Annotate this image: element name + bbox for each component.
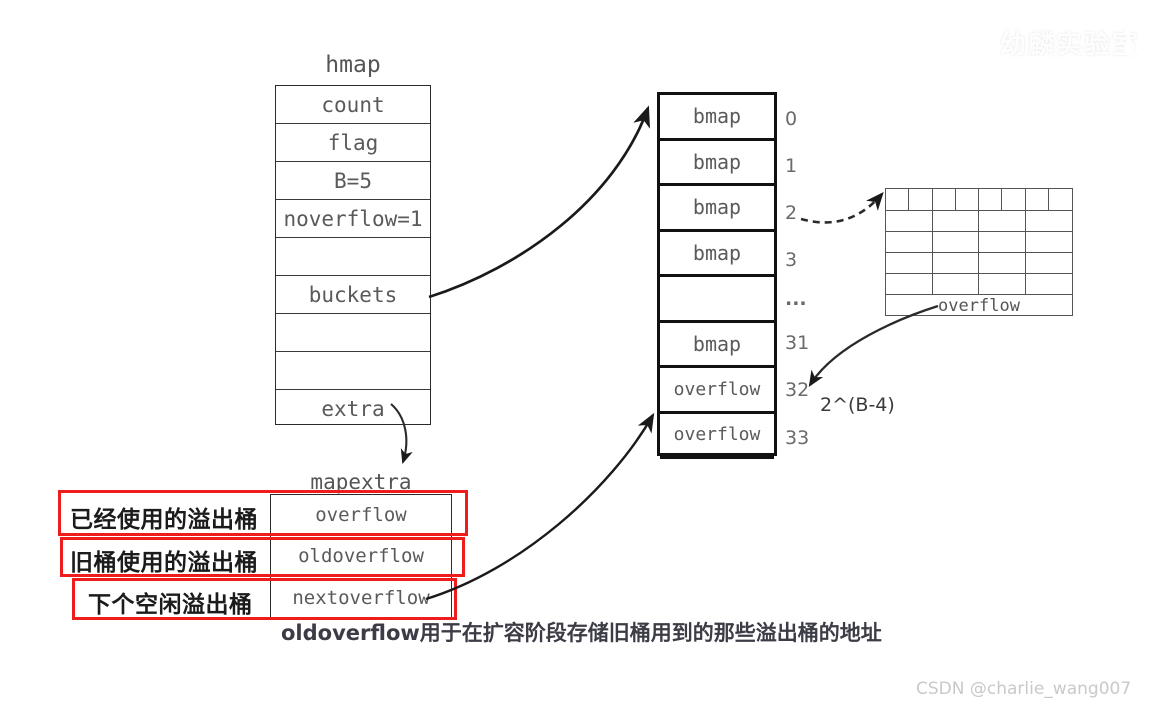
annotation-label-nextoverflow: 下个空闲溢出桶 — [88, 592, 253, 618]
diagram-canvas: hmap count flag B=5 noverflow=1 buckets … — [0, 0, 1152, 708]
arrow-bucket-2-to-overflow-grid — [800, 192, 884, 224]
arrow-buckets-to-buckets-array — [428, 105, 650, 299]
bucket-cell-33: overflow — [660, 414, 774, 459]
annotation-label-overflow: 已经使用的溢出桶 — [70, 507, 258, 533]
overflow-grid-row — [886, 274, 1072, 295]
overflow-grid-cell — [1026, 274, 1073, 294]
hmap-field-b: B=5 — [276, 162, 430, 200]
overflow-count-label: 2^(B-4) — [820, 394, 895, 416]
arrow-overflow-grid-to-bucket-32 — [808, 304, 939, 387]
overflow-grid-cell — [1026, 211, 1073, 231]
overflow-grid-cell — [1049, 189, 1072, 210]
hmap-field-noverflow: noverflow=1 — [276, 200, 430, 238]
overflow-grid-cell — [1026, 189, 1049, 210]
overflow-bucket-grid: overflow — [885, 188, 1073, 316]
hmap-struct: count flag B=5 noverflow=1 buckets extra — [275, 85, 431, 425]
bucket-index-0: 0 — [785, 108, 798, 130]
bucket-index-ellipsis: ... — [785, 288, 807, 310]
overflow-grid-cell — [886, 253, 933, 273]
hmap-field-count: count — [276, 86, 430, 124]
overflow-grid-cell — [956, 189, 979, 210]
bucket-cell-31: bmap — [660, 323, 774, 368]
overflow-grid-cell — [933, 232, 979, 252]
bucket-index-3: 3 — [785, 249, 798, 271]
bucket-index-32: 32 — [785, 379, 810, 401]
bucket-cell-2: bmap — [660, 186, 774, 232]
overflow-grid-cell — [933, 211, 979, 231]
overflow-grid-top-row — [886, 189, 1072, 211]
overflow-grid-row — [886, 253, 1072, 274]
overflow-grid-row — [886, 232, 1072, 253]
bucket-cell-ellipsis — [660, 277, 774, 323]
overflow-grid-cell — [1002, 189, 1026, 210]
hmap-field-buckets: buckets — [276, 276, 430, 314]
bucket-cell-0: bmap — [660, 95, 774, 141]
watermark-top: 幼麟实验室 — [1000, 30, 1141, 60]
overflow-grid-cell — [886, 189, 910, 210]
overflow-grid-cell — [909, 189, 933, 210]
hmap-field-blank-1 — [276, 238, 430, 276]
overflow-grid-cell — [933, 189, 956, 210]
bucket-cell-3: bmap — [660, 232, 774, 277]
overflow-grid-row — [886, 211, 1072, 232]
overflow-grid-cell — [933, 253, 979, 273]
overflow-grid-cell — [1026, 232, 1073, 252]
overflow-grid-cell — [979, 211, 1026, 231]
bucket-index-2: 2 — [785, 202, 798, 224]
overflow-grid-cell — [979, 189, 1003, 210]
overflow-grid-cell — [886, 232, 933, 252]
watermark-logo-icon — [1122, 14, 1148, 58]
overflow-grid-cell — [933, 274, 979, 294]
csdn-credit: CSDN @charlie_wang007 — [916, 679, 1132, 699]
annotation-label-oldoverflow: 旧桶使用的溢出桶 — [70, 550, 258, 576]
hmap-title: hmap — [325, 52, 381, 78]
bucket-index-33: 33 — [785, 427, 810, 449]
bucket-cell-32: overflow — [660, 368, 774, 414]
hmap-field-blank-2 — [276, 314, 430, 352]
overflow-grid-cell — [979, 274, 1026, 294]
hmap-field-flag: flag — [276, 124, 430, 162]
hmap-field-extra: extra — [321, 397, 385, 421]
hmap-field-blank-3 — [276, 352, 430, 390]
bucket-cell-1: bmap — [660, 141, 774, 186]
bottom-caption: oldoverflow用于在扩容阶段存储旧桶用到的那些溢出桶的地址 — [281, 621, 882, 645]
overflow-grid-cell — [979, 232, 1026, 252]
overflow-grid-cell — [886, 211, 933, 231]
overflow-grid-cell — [979, 253, 1026, 273]
bucket-index-1: 1 — [785, 155, 798, 177]
buckets-array: bmap bmap bmap bmap bmap overflow overfl… — [657, 92, 777, 459]
overflow-grid-cell — [886, 274, 933, 294]
overflow-grid-cell — [1026, 253, 1073, 273]
overflow-grid-footer: overflow — [938, 296, 1020, 316]
bucket-index-31: 31 — [785, 332, 810, 354]
